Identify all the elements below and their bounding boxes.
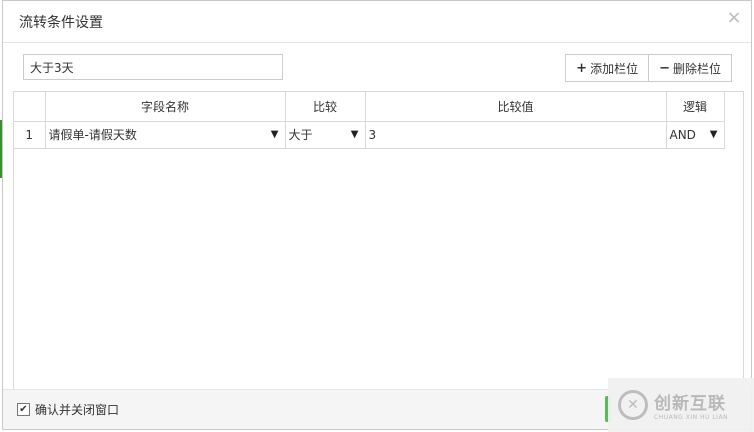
confirm-close-checkbox[interactable]: ✔ 确认并关闭窗口: [17, 401, 119, 418]
column-header-compare: 比较: [284, 92, 366, 122]
plus-icon: +: [576, 60, 588, 76]
minus-icon: −: [659, 60, 670, 76]
column-header-value: 比较值: [364, 92, 667, 122]
confirm-close-label: 确认并关闭窗口: [35, 403, 120, 417]
condition-name-input[interactable]: [23, 54, 283, 80]
row-number: 1: [14, 120, 46, 149]
table-header-row: 字段名称 比较 比较值 逻辑: [14, 92, 725, 122]
watermark-cn: 创新互联: [654, 394, 726, 414]
compare-value-cell[interactable]: 3: [364, 120, 667, 149]
dialog-header: 流转条件设置 ×: [3, 1, 751, 43]
dropdown-arrow-icon: ▼: [270, 129, 279, 140]
field-select[interactable]: 请假单-请假天数 ▼: [44, 120, 286, 149]
condition-grid: 字段名称 比较 比较值 逻辑 1 请假单-请假天数 ▼ 大于 ▼ 3 AND ▼: [13, 91, 744, 391]
add-column-label: 添加栏位: [590, 61, 639, 76]
condition-dialog: 流转条件设置 × + 添加栏位 − 删除栏位 字段名称 比较 比较值 逻辑: [2, 0, 752, 430]
watermark-logo-icon: ✕: [618, 390, 648, 420]
column-button-group: + 添加栏位 − 删除栏位: [565, 54, 732, 82]
dialog-title: 流转条件设置: [19, 15, 103, 31]
column-header-field: 字段名称: [44, 92, 286, 122]
table-row: 1 请假单-请假天数 ▼ 大于 ▼ 3 AND ▼: [14, 120, 725, 149]
column-header-rownum: [14, 92, 46, 122]
watermark: ✕ 创新互联 CHUANG XIN HU LIAN: [608, 378, 754, 432]
compare-select[interactable]: 大于 ▼: [284, 120, 366, 149]
watermark-en: CHUANG XIN HU LIAN: [654, 414, 729, 421]
field-select-value: 请假单-请假天数: [48, 128, 137, 142]
logic-select[interactable]: AND ▼: [665, 120, 725, 149]
close-icon[interactable]: ×: [726, 9, 742, 27]
column-header-logic: 逻辑: [665, 92, 725, 122]
delete-column-label: 删除栏位: [672, 61, 721, 76]
add-column-button[interactable]: + 添加栏位: [565, 54, 650, 82]
checkbox-checked-icon[interactable]: ✔: [17, 403, 30, 416]
condition-table: 字段名称 比较 比较值 逻辑 1 请假单-请假天数 ▼ 大于 ▼ 3 AND ▼: [14, 92, 725, 149]
dropdown-arrow-icon: ▼: [709, 129, 718, 140]
logic-select-value: AND: [669, 127, 696, 142]
compare-select-value: 大于: [288, 128, 313, 142]
delete-column-button[interactable]: − 删除栏位: [649, 54, 732, 82]
dropdown-arrow-icon: ▼: [350, 129, 359, 140]
